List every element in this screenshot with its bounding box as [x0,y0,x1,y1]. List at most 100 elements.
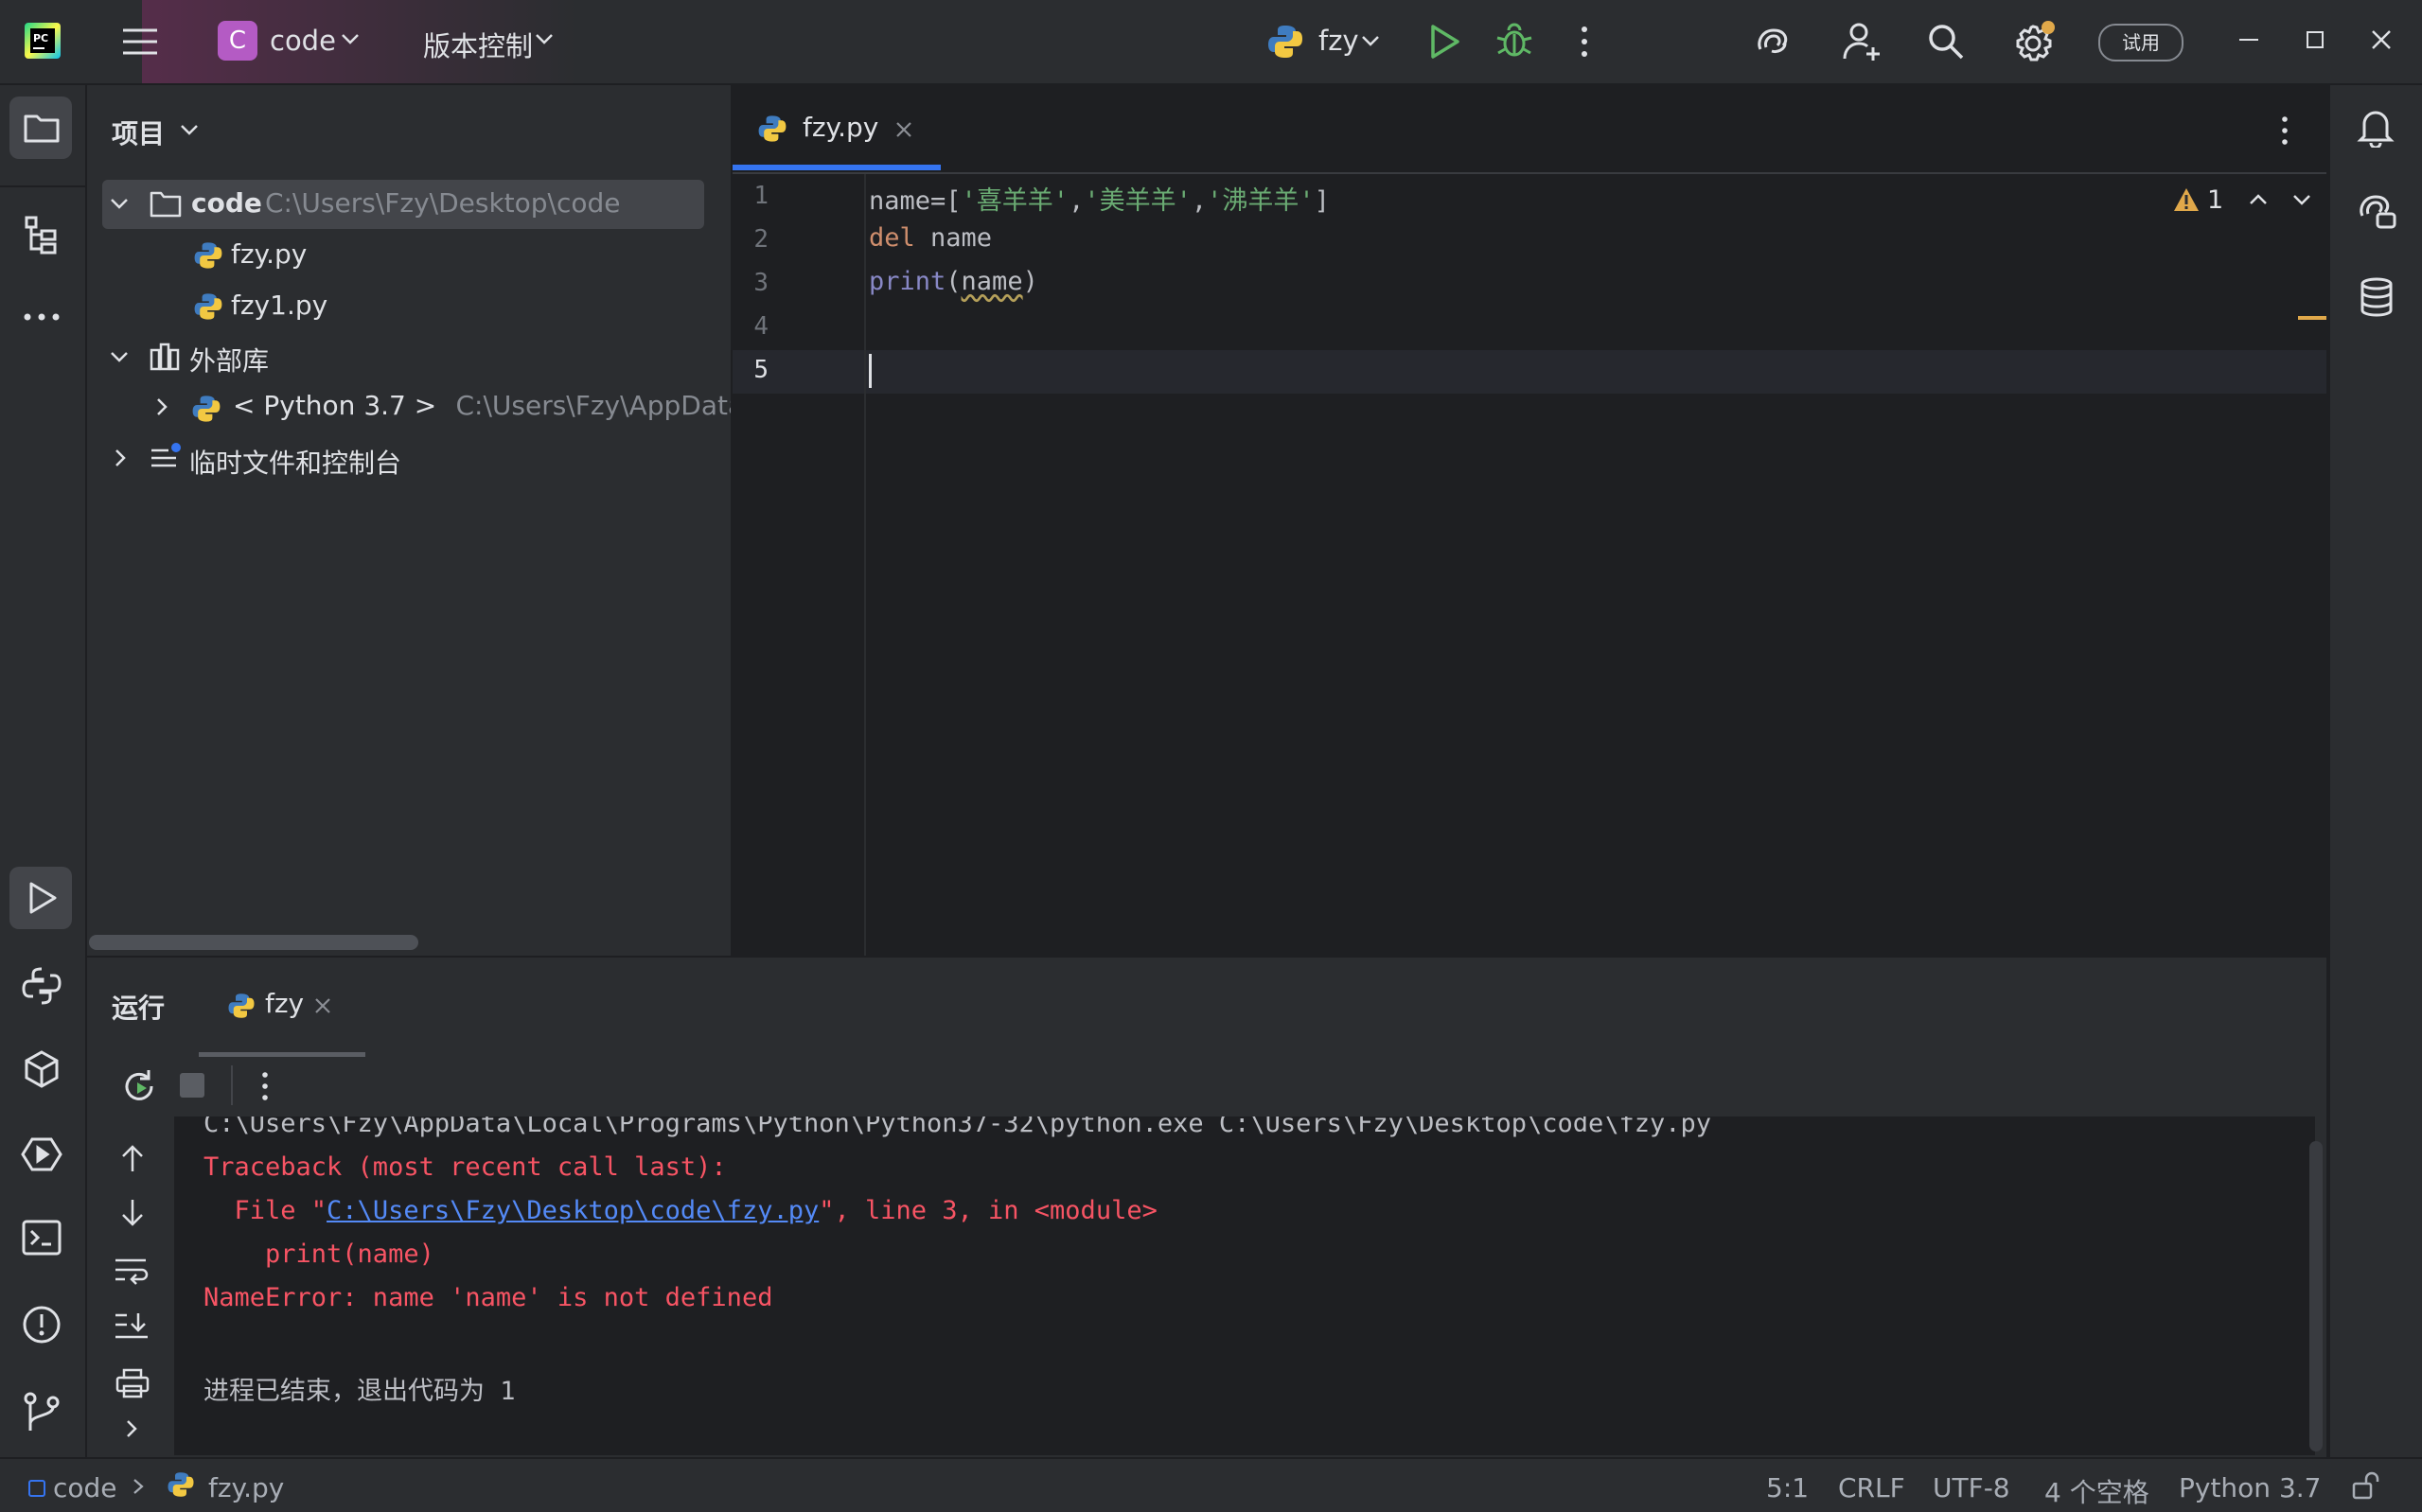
code-line-3[interactable]: print(name) [869,267,1038,296]
warning-stripe-marker[interactable] [2298,316,2326,320]
main-menu-icon[interactable] [121,25,159,59]
close-window-icon[interactable] [2370,28,2393,51]
tree-external-libs[interactable]: 外部库 [189,341,269,378]
project-badge: C [218,21,257,61]
soft-wrap-icon[interactable] [114,1257,150,1285]
chevron-down-icon[interactable] [110,350,129,363]
tree-root-name: code [191,187,262,219]
chevron-down-icon [535,32,554,45]
python-interpreter[interactable]: Python 3.7 [2179,1472,2322,1503]
breadcrumb-project[interactable]: code [53,1472,117,1503]
settings-gear-icon[interactable] [2012,19,2058,64]
gutter-separator [864,174,866,956]
chevron-down-icon[interactable] [180,123,199,136]
search-icon[interactable] [1927,23,1965,61]
console-source-line: print(name) [203,1239,434,1269]
tree-file-fzy[interactable]: fzy.py [231,238,307,270]
chevron-right-icon[interactable] [114,448,127,467]
run-config-selector[interactable]: fzy [1266,19,1389,62]
code-line-2[interactable]: del name [869,223,992,253]
line-number: 1 [753,182,769,210]
console-exit-message: 进程已结束，退出代码为 1 [203,1377,516,1406]
warning-icon [2173,187,2200,212]
scratches-icon [150,441,184,471]
database-icon[interactable] [2359,276,2395,318]
minimize-icon[interactable] [2237,28,2260,51]
tool-divider [0,185,85,187]
inspection-widget[interactable]: 1 [2173,185,2310,216]
more-tools-icon[interactable] [23,312,61,322]
print-icon[interactable] [115,1368,150,1398]
chevron-right-icon[interactable] [125,1419,138,1438]
code-line-1[interactable]: name=['喜羊羊','美羊羊','沸羊羊'] [869,180,1330,217]
right-tool-strip [2328,85,2422,1457]
caret-position[interactable]: 5:1 [1766,1472,1809,1503]
problems-icon[interactable] [21,1304,62,1345]
tree-root-path: C:\Users\Fzy\Desktop\code [265,187,621,219]
console-scrollbar[interactable] [2309,1141,2323,1451]
tree-python-sdk-path: C:\Users\Fzy\AppData\Lo [455,390,731,421]
folder-icon [23,112,61,144]
run-tab-label: fzy [265,988,305,1019]
ai-chat-icon[interactable] [2355,191,2398,233]
folder-icon [150,189,182,218]
run-more-icon[interactable] [259,1071,271,1101]
line-number: 2 [753,225,769,254]
chevron-down-icon[interactable] [110,197,129,210]
tree-python-sdk-row[interactable]: < Python 3.7 > C:\Users\Fzy\AppData\Lo [233,390,731,428]
chevron-right-icon[interactable] [155,397,168,416]
console-file-link[interactable]: C:\Users\Fzy\Desktop\code\fzy.py [327,1196,819,1225]
chevron-down-icon [1361,34,1380,47]
run-panel-title: 运行 [112,993,166,1024]
run-tab-fzy[interactable]: fzy [199,971,365,1057]
run-button[interactable] [1427,23,1461,61]
line-number-current: 5 [753,356,769,384]
vcs-widget[interactable]: 版本控制 [423,21,565,62]
rerun-icon[interactable] [121,1067,159,1105]
tree-python-sdk: < Python 3.7 > [233,390,437,421]
run-tool-button[interactable] [9,867,72,929]
trial-badge[interactable]: 试用 [2098,24,2183,62]
terminal-icon[interactable] [21,1219,62,1257]
notifications-bell-icon[interactable] [2357,106,2395,148]
warning-count: 1 [2207,185,2224,215]
debug-button[interactable] [1495,21,1533,61]
editor-tab-label: fzy.py [803,112,879,143]
scroll-down-icon[interactable] [119,1198,146,1228]
close-tab-icon[interactable] [314,997,331,1014]
close-tab-icon[interactable] [895,121,912,138]
scroll-up-icon[interactable] [119,1143,146,1173]
chevron-up-icon[interactable] [2249,193,2268,206]
pycharm-logo-icon: PC [25,23,61,59]
project-widget[interactable]: C code [218,21,360,62]
services-icon[interactable] [21,1135,62,1173]
add-user-icon[interactable] [1842,21,1883,62]
unlock-icon[interactable] [2351,1470,2381,1501]
project-tool-button[interactable] [9,97,72,159]
python-packages-icon[interactable] [21,1048,62,1090]
project-horizontal-scrollbar[interactable] [89,935,418,950]
python-file-icon [167,1470,195,1499]
ai-assistant-icon[interactable] [1753,23,1791,61]
tree-file-fzy1[interactable]: fzy1.py [231,290,327,321]
stop-icon[interactable] [180,1073,204,1098]
line-separator[interactable]: CRLF [1838,1472,1905,1503]
chevron-down-icon[interactable] [2292,193,2311,206]
structure-icon[interactable] [23,214,61,255]
python-console-icon[interactable] [21,965,62,1007]
scroll-to-end-icon[interactable] [114,1311,150,1340]
console-traceback-header: Traceback (most recent call last): [203,1152,727,1182]
python-icon [1266,23,1304,61]
file-encoding[interactable]: UTF-8 [1933,1472,2010,1503]
current-line-highlight [733,350,2326,394]
status-bar: code fzy.py 5:1 CRLF UTF-8 4 个空格 Python … [0,1457,2422,1512]
editor-tab-fzy[interactable]: fzy.py [733,85,941,172]
more-actions-icon[interactable] [1579,25,1590,59]
indent-setting[interactable]: 4 个空格 [2044,1472,2149,1510]
breadcrumb-file[interactable]: fzy.py [208,1472,284,1503]
editor-more-icon[interactable] [2279,115,2290,146]
git-branch-icon[interactable] [21,1391,62,1433]
tree-scratches[interactable]: 临时文件和控制台 [189,443,401,481]
module-icon [28,1480,45,1497]
maximize-icon[interactable] [2304,28,2326,51]
